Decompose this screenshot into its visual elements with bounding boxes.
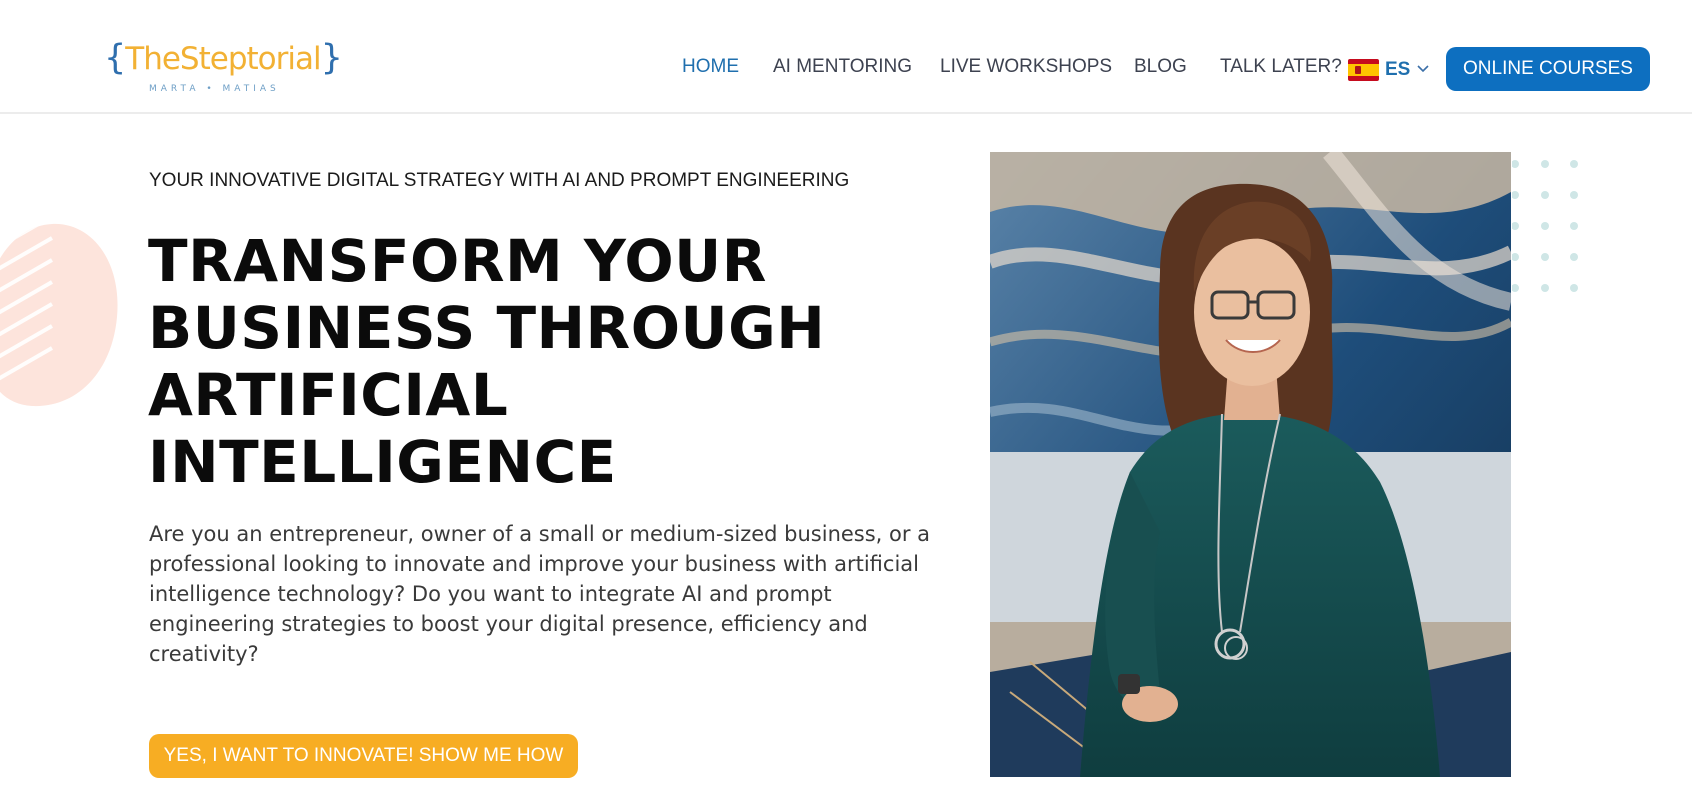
logo-wordmark: {TheSteptorial} bbox=[104, 38, 343, 78]
logo-subtitle: MARTA • MATIAS bbox=[149, 84, 280, 94]
nav-item-blog[interactable]: BLOG bbox=[1134, 56, 1187, 78]
portrait-photo bbox=[990, 152, 1511, 777]
language-code[interactable]: ES bbox=[1385, 59, 1410, 81]
site-logo[interactable]: {TheSteptorial} MARTA • MATIAS bbox=[104, 38, 343, 98]
online-courses-button[interactable]: ONLINE COURSES bbox=[1446, 47, 1650, 91]
site-header: {TheSteptorial} MARTA • MATIAS HOME AI M… bbox=[0, 0, 1692, 114]
nav-item-talk-later[interactable]: TALK LATER? bbox=[1220, 56, 1342, 78]
nav-item-live-workshops[interactable]: LIVE WORKSHOPS bbox=[940, 56, 1112, 78]
decorative-striped-blob bbox=[0, 223, 118, 407]
chevron-down-icon[interactable] bbox=[1414, 59, 1432, 77]
innovate-cta-button[interactable]: YES, I WANT TO INNOVATE! SHOW ME HOW bbox=[149, 734, 578, 778]
hero-headline: TRANSFORM YOUR BUSINESS THROUGH ARTIFICI… bbox=[148, 228, 908, 496]
headline-line: INTELLIGENCE bbox=[148, 428, 617, 496]
headline-line: ARTIFICIAL bbox=[148, 361, 509, 429]
hero-intro: Are you an entrepreneur, owner of a smal… bbox=[149, 522, 931, 666]
spain-flag-icon[interactable] bbox=[1348, 59, 1379, 81]
headline-line: TRANSFORM YOUR bbox=[148, 227, 767, 295]
decorative-dot-grid bbox=[1512, 160, 1578, 292]
hero-eyebrow: YOUR INNOVATIVE DIGITAL STRATEGY WITH AI… bbox=[149, 170, 850, 191]
headline-line: BUSINESS THROUGH bbox=[148, 294, 826, 362]
nav-item-home[interactable]: HOME bbox=[682, 56, 739, 78]
nav-item-ai-mentoring[interactable]: AI MENTORING bbox=[773, 56, 912, 78]
